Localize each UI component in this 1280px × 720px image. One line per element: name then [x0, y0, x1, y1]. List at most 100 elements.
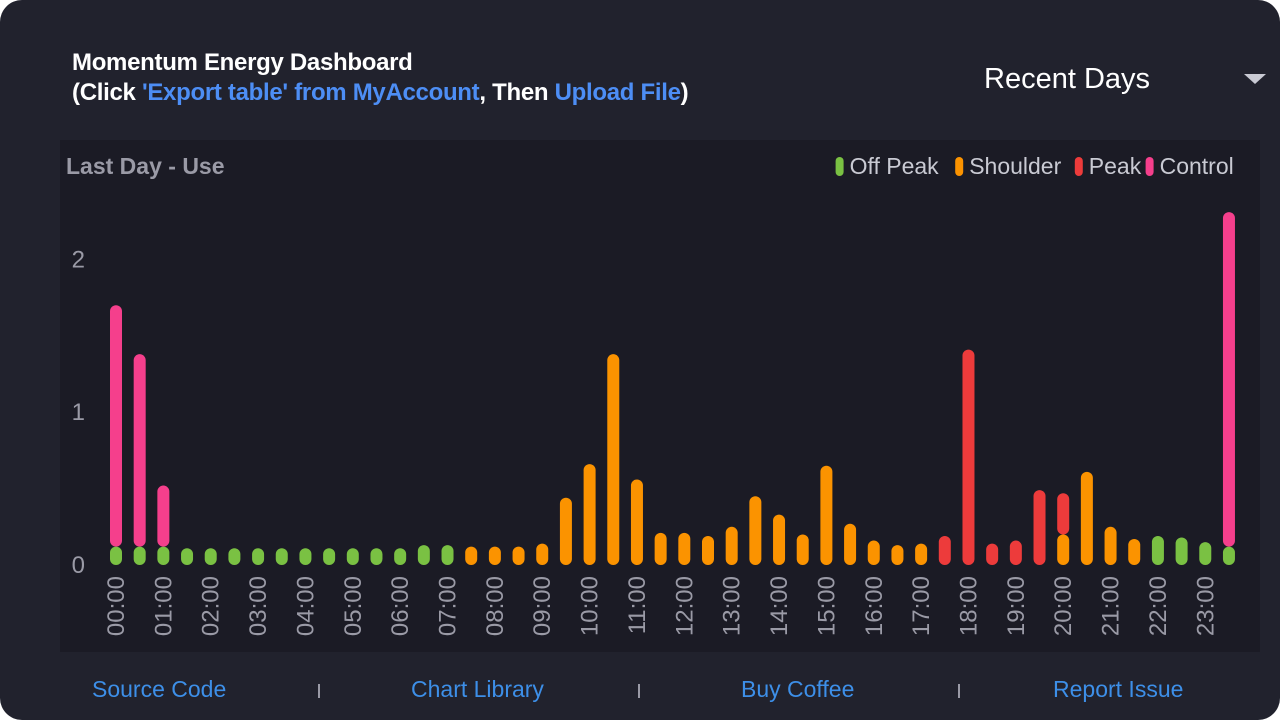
bar-peak[interactable]: [938, 535, 951, 565]
x-tick-label: 14:00: [766, 576, 793, 636]
x-tick-label: 15:00: [813, 576, 840, 636]
instruction-suffix: ): [680, 79, 689, 106]
instruction-middle: , Then: [479, 79, 555, 106]
bar-off-peak[interactable]: [275, 548, 288, 565]
bar-control[interactable]: [1222, 212, 1235, 547]
bar-off-peak[interactable]: [1151, 535, 1164, 565]
dashboard-title: Momentum Energy Dashboard: [72, 49, 413, 76]
x-tick-label: 23:00: [1192, 576, 1219, 636]
bar-off-peak[interactable]: [181, 548, 194, 565]
bar-off-peak[interactable]: [394, 548, 407, 565]
y-tick-label: 2: [72, 246, 85, 273]
bar-off-peak[interactable]: [252, 548, 265, 565]
export-table-link[interactable]: 'Export table' from MyAccount: [142, 79, 480, 106]
source-code-link[interactable]: Source Code: [92, 676, 226, 703]
bar-off-peak[interactable]: [346, 548, 359, 565]
bar-off-peak[interactable]: [133, 546, 146, 565]
bar-off-peak[interactable]: [370, 548, 383, 565]
legend-label-peak[interactable]: Peak: [1089, 153, 1142, 179]
bar-shoulder[interactable]: [796, 534, 809, 565]
bar-shoulder[interactable]: [536, 543, 549, 565]
bar-off-peak[interactable]: [157, 546, 170, 565]
bar-peak[interactable]: [962, 349, 975, 565]
x-tick-label: 02:00: [198, 576, 225, 636]
chart-title: Last Day - Use: [66, 153, 225, 179]
x-tick-label: 05:00: [340, 576, 367, 636]
x-tick-label: 08:00: [482, 576, 509, 636]
bar-shoulder[interactable]: [607, 354, 620, 565]
chevron-down-icon[interactable]: [1244, 74, 1266, 84]
footer-separator: [638, 684, 640, 698]
legend-label-shoulder[interactable]: Shoulder: [969, 153, 1061, 179]
chart-library-link[interactable]: Chart Library: [411, 676, 544, 703]
x-tick-label: 18:00: [955, 576, 982, 636]
x-tick-label: 12:00: [671, 576, 698, 636]
bar-shoulder[interactable]: [512, 546, 525, 565]
bar-shoulder[interactable]: [630, 479, 643, 565]
x-tick-label: 17:00: [908, 576, 935, 636]
x-tick-label: 21:00: [1098, 576, 1125, 636]
bar-off-peak[interactable]: [441, 545, 454, 565]
bar-shoulder[interactable]: [654, 532, 667, 565]
bar-shoulder[interactable]: [915, 543, 928, 565]
bar-off-peak[interactable]: [299, 548, 312, 565]
bar-control[interactable]: [157, 485, 170, 547]
bar-shoulder[interactable]: [820, 465, 833, 565]
bar-off-peak[interactable]: [228, 548, 241, 565]
legend-swatch-control[interactable]: [1145, 157, 1154, 176]
bar-control[interactable]: [133, 354, 146, 547]
bar-shoulder[interactable]: [867, 540, 880, 565]
bar-off-peak[interactable]: [323, 548, 336, 565]
legend-label-control[interactable]: Control: [1160, 153, 1234, 179]
bar-off-peak[interactable]: [110, 546, 122, 565]
bar-peak[interactable]: [1009, 540, 1022, 565]
upload-file-link[interactable]: Upload File: [555, 79, 681, 106]
bar-peak[interactable]: [1057, 493, 1070, 535]
bar-off-peak[interactable]: [204, 548, 217, 565]
x-tick-label: 03:00: [245, 576, 272, 636]
bar-off-peak[interactable]: [1222, 546, 1235, 565]
bar-shoulder[interactable]: [678, 532, 691, 565]
x-tick-label: 07:00: [435, 576, 462, 636]
legend-label-off-peak[interactable]: Off Peak: [850, 153, 940, 179]
bar-shoulder[interactable]: [583, 464, 596, 565]
bar-shoulder[interactable]: [749, 496, 762, 565]
app-window: Momentum Energy Dashboard (Click 'Export…: [0, 0, 1280, 720]
bar-shoulder[interactable]: [773, 514, 786, 565]
legend-swatch-off-peak[interactable]: [835, 157, 844, 176]
x-tick-label: 06:00: [387, 576, 414, 636]
y-tick-label: 0: [72, 552, 85, 579]
bar-shoulder[interactable]: [1057, 534, 1070, 565]
bar-shoulder[interactable]: [1104, 526, 1117, 565]
legend-swatch-shoulder[interactable]: [955, 157, 964, 176]
date-range-select[interactable]: Recent Days: [984, 58, 1270, 102]
x-tick-label: 10:00: [577, 576, 604, 636]
page-title: Momentum Energy Dashboard (Click 'Export…: [72, 48, 689, 108]
bar-control[interactable]: [110, 305, 122, 547]
bar-shoulder[interactable]: [702, 535, 714, 565]
x-tick-label: 11:00: [624, 576, 651, 634]
bar-shoulder[interactable]: [891, 545, 904, 565]
instruction-prefix: (Click: [72, 79, 142, 106]
footer-separator: [958, 684, 960, 698]
bar-shoulder[interactable]: [725, 526, 738, 565]
bar-peak[interactable]: [986, 543, 999, 565]
legend-swatch-peak[interactable]: [1074, 157, 1083, 176]
bar-shoulder[interactable]: [559, 497, 572, 565]
buy-coffee-link[interactable]: Buy Coffee: [741, 676, 854, 703]
x-tick-label: 04:00: [292, 576, 319, 636]
bar-shoulder[interactable]: [1128, 539, 1141, 565]
usage-chart: Last Day - Use Off Peak Shoulder Peak Contro…: [66, 153, 1235, 636]
bar-peak[interactable]: [1033, 490, 1046, 565]
report-issue-link[interactable]: Report Issue: [1053, 676, 1183, 703]
bar-off-peak[interactable]: [1199, 542, 1212, 565]
bar-shoulder[interactable]: [465, 546, 478, 565]
bar-shoulder[interactable]: [844, 523, 857, 565]
x-tick-label: 19:00: [1003, 576, 1030, 636]
bar-off-peak[interactable]: [1175, 537, 1188, 565]
bar-shoulder[interactable]: [488, 546, 501, 565]
bar-off-peak[interactable]: [417, 545, 430, 565]
y-tick-label: 1: [72, 399, 85, 426]
bar-shoulder[interactable]: [1080, 471, 1093, 565]
date-range-value: Recent Days: [984, 63, 1151, 95]
